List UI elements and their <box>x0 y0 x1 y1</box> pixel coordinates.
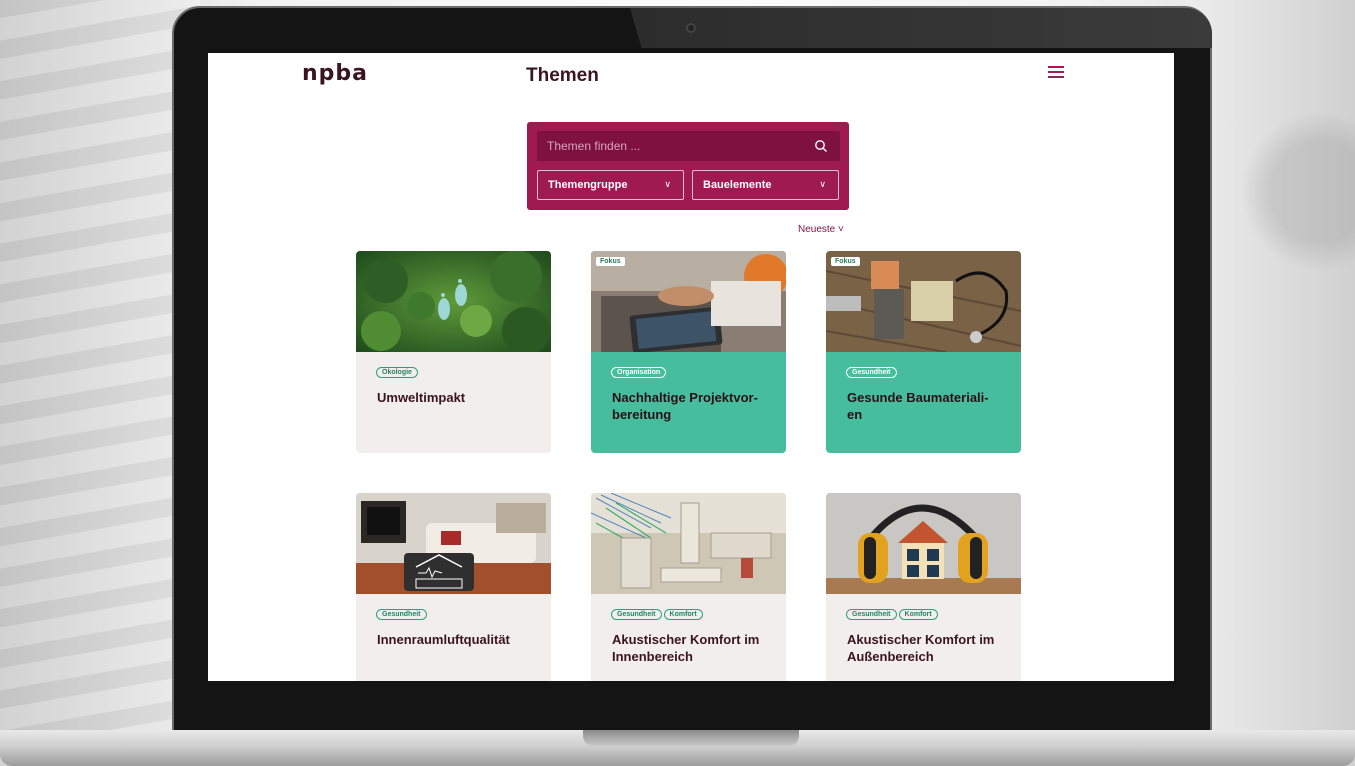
dropdown-label: Themengruppe <box>548 179 628 191</box>
card-title-line: Gesunde Baumateriali- <box>847 390 989 405</box>
dropdown-label: Bauelemente <box>703 179 772 191</box>
card-image-materials: Fokus <box>826 251 1021 352</box>
card-title-line: bereitung <box>612 407 672 422</box>
card-title-line: Nachhaltige Projektvor- <box>612 390 758 405</box>
screen-bezel-bottom <box>208 681 1174 731</box>
topic-card[interactable]: Ökologie Umweltimpakt <box>356 251 551 453</box>
page-title: Themen <box>526 65 599 86</box>
topic-card[interactable]: Gesundheit Innenraumluftqualität <box>356 493 551 681</box>
card-tags: Gesundheit Komfort <box>611 609 703 620</box>
dropdown-bauelemente[interactable]: Bauelemente ∨ <box>692 170 839 200</box>
chevron-down-icon: ∨ <box>819 179 826 189</box>
menu-icon[interactable] <box>1048 66 1064 78</box>
lid-reflection <box>630 8 1212 48</box>
card-tags: Gesundheit <box>846 367 897 378</box>
topic-card[interactable]: Gesundheit Komfort Akustischer Komfort i… <box>826 493 1021 681</box>
search-box <box>537 131 840 161</box>
card-title: Umweltimpakt <box>377 389 542 406</box>
site-logo[interactable]: npba <box>302 61 368 86</box>
card-image-acoustic-render <box>591 493 786 594</box>
card-tags: Ökologie <box>376 367 418 378</box>
tag[interactable]: Organisation <box>611 367 667 378</box>
card-image-planning: Fokus <box>591 251 786 352</box>
topic-card[interactable]: Fokus Organisation Nachhaltige Projektvo… <box>591 251 786 453</box>
tag[interactable]: Gesundheit <box>846 367 897 378</box>
card-tags: Gesundheit <box>376 609 427 620</box>
tag[interactable]: Gesundheit <box>376 609 427 620</box>
card-title: Akustischer Komfort im Innenbereich <box>612 631 777 665</box>
card-title: Gesunde Baumateriali- en <box>847 389 1012 423</box>
search-panel: Themengruppe ∨ Bauelemente ∨ <box>527 122 849 210</box>
background-left-blur <box>0 0 200 766</box>
card-image-living-room <box>356 493 551 594</box>
webcam-icon <box>686 23 696 33</box>
card-image-house-earmuffs <box>826 493 1021 594</box>
card-title-text: Innenraumluftqualität <box>377 632 510 647</box>
card-title-line: en <box>847 407 863 422</box>
tag[interactable]: Komfort <box>898 609 938 620</box>
search-input[interactable] <box>537 131 807 161</box>
chevron-down-icon: ∨ <box>664 179 671 189</box>
dropdown-themengruppe[interactable]: Themengruppe ∨ <box>537 170 684 200</box>
card-title: Innenraumluftqualität <box>377 631 542 648</box>
tag[interactable]: Komfort <box>663 609 703 620</box>
tag[interactable]: Gesundheit <box>611 609 662 620</box>
card-title-line: Akustischer Komfort im <box>612 632 760 647</box>
tag[interactable]: Gesundheit <box>846 609 897 620</box>
card-tags: Organisation <box>611 367 667 378</box>
card-title-line: Außenbereich <box>847 649 934 664</box>
card-title: Akustischer Komfort im Außenbereich <box>847 631 1012 665</box>
fokus-badge: Fokus <box>831 257 860 266</box>
sort-dropdown[interactable]: Neueste ˅ <box>798 224 844 235</box>
card-tags: Gesundheit Komfort <box>846 609 938 620</box>
topic-card[interactable]: Gesundheit Komfort Akustischer Komfort i… <box>591 493 786 681</box>
card-title-text: Umweltimpakt <box>377 390 466 405</box>
card-title-line: Innenbereich <box>612 649 693 664</box>
fokus-badge: Fokus <box>596 257 625 266</box>
card-title: Nachhaltige Projektvor- bereitung <box>612 389 777 423</box>
laptop-base-notch <box>583 730 799 746</box>
card-image-forest <box>356 251 551 352</box>
search-icon[interactable] <box>814 139 828 153</box>
tag[interactable]: Ökologie <box>376 367 418 378</box>
card-title-line: Akustischer Komfort im <box>847 632 995 647</box>
laptop-screen: npba Themen Themengruppe ∨ Bauelemente ∨… <box>208 53 1174 681</box>
topic-card[interactable]: Fokus Gesundheit Gesunde Baumateriali- e… <box>826 251 1021 453</box>
